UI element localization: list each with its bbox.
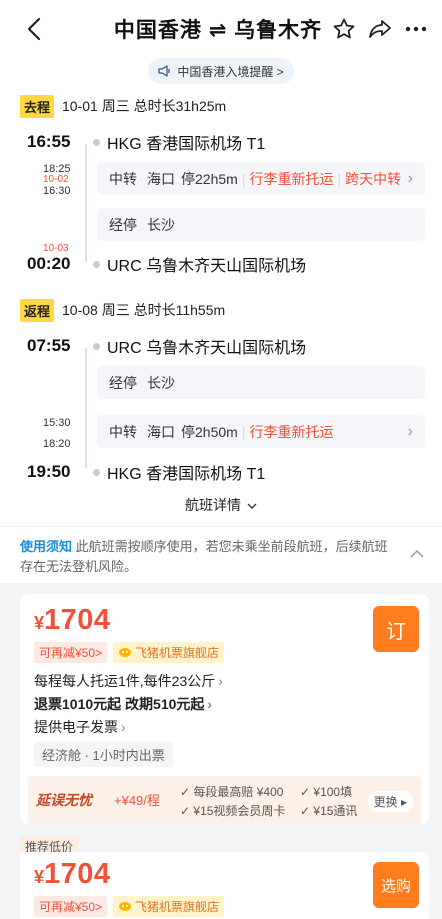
usage-notice: 使用须知 此航班需按顺序使用，若您未乘坐前段航班，后续航班存在无法登机风险。 [0,526,442,587]
chevron-down-icon [247,503,257,509]
discount-badge[interactable]: 可再减¥50> [34,642,108,663]
return-segment: 返程 10-08 周三 总时长11h55m 07:55 URC 乌鲁木齐天山国际… [0,298,442,488]
invoice-info[interactable]: 提供电子发票 › [34,716,126,738]
transfer-label: 中转 [109,423,137,440]
insurance-price: +¥49/程 [114,793,160,808]
arrival-airport: HKG 香港国际机场 T1 [107,466,266,483]
transfer-info[interactable]: 中转 海口 停22h5m | 行李重新托运 | 跨天中转 › [97,162,425,195]
arrival-row: 19:50 HKG 香港国际机场 T1 [27,460,265,484]
departure-time: 07:55 [27,336,71,355]
star-icon[interactable] [332,17,356,41]
page-title: 中国香港 ⇌ 乌鲁木齐 [113,19,323,42]
arrival-airport: URC 乌鲁木齐天山国际机场 [107,258,307,275]
offer-price: ¥1704 [34,604,111,636]
timeline-dot [93,468,100,476]
departure-airport: HKG 香港国际机场 T1 [107,136,266,153]
arrival-time: 19:50 [27,462,71,481]
transfer-arrival-time: 15:30 [43,417,71,429]
usage-title: 使用须知 [20,539,73,554]
stopover-label: 经停 [109,216,137,233]
timeline-dot [93,260,100,268]
flight-details-toggle[interactable]: 航班详情 [0,490,442,520]
transfer-departure-time: 18:20 [43,438,71,450]
stopover-city: 长沙 [147,374,175,391]
store-badge: 飞猪机票旗舰店 [113,896,225,917]
cabin-info: 经济舱 · 1小时内出票 [34,742,173,767]
baggage-policy[interactable]: 每程每人托运1件,每件23公斤 › [34,670,223,692]
share-icon[interactable] [368,17,392,41]
transfer-city: 海口 [147,423,175,440]
return-summary: 10-08 周三 总时长11h55m [62,302,226,318]
departure-row: 07:55 URC 乌鲁木齐天山国际机场 [27,334,306,358]
stopover-info: 经停 长沙 [97,208,425,241]
store-badge: 飞猪机票旗舰店 [113,642,225,663]
stopover-label: 经停 [109,374,137,391]
store-icon [119,648,132,657]
insurance-benefit: ✓ ¥15视频会员周卡 [180,804,286,818]
delay-insurance[interactable]: 延误无忧 +¥49/程 ✓ 每段最高赔 ¥400 ✓ ¥100填 ✓ ¥15视频… [28,776,421,824]
flight-details-label: 航班详情 [185,497,242,513]
timeline-dot [93,342,100,350]
offer-card: ¥1704 可再减¥50> 飞猪机票旗舰店 订 每程每人托运1件,每件23公斤 ›… [20,594,429,824]
outbound-tag: 去程 [20,94,55,118]
usage-text: 此航班需按顺序使用，若您未乘坐前段航班，后续航班存在无法登机风险。 [20,539,388,574]
chevron-up-icon[interactable] [410,549,424,558]
transfer-label: 中转 [109,170,137,187]
entry-notice[interactable]: 中国香港入境提醒 > [148,58,294,84]
notice-text: 中国香港入境提醒 > [177,64,284,79]
transfer-info[interactable]: 中转 海口 停2h50m | 行李重新托运 › [97,415,425,448]
stopover-city: 长沙 [147,216,175,233]
stopover-info: 经停 长沙 [97,366,425,399]
header-actions [332,17,428,41]
insurance-benefit: ✓ ¥100填 [300,785,353,799]
top-bar: 中国香港 ⇌ 乌鲁木齐 [0,0,442,58]
megaphone-icon [158,65,170,77]
timeline [85,144,87,262]
transfer-stay: 停22h5m [181,170,238,187]
outbound-segment: 去程 10-01 周三 总时长31h25m 16:55 HKG 香港国际机场 T… [0,94,442,284]
insurance-benefit: ✓ 每段最高赔 ¥400 [180,785,284,799]
insurance-title: 延误无忧 [36,792,92,808]
back-icon[interactable] [22,16,48,42]
discount-badge[interactable]: 可再减¥50> [34,896,108,917]
insurance-benefit: ✓ ¥15通讯 [300,804,358,818]
return-tag: 返程 [20,298,55,322]
departure-airport: URC 乌鲁木齐天山国际机场 [107,340,307,357]
arrival-time: 00:20 [27,254,71,273]
timeline [85,348,87,468]
more-icon[interactable] [404,17,428,41]
transfer-departure-time: 16:30 [43,185,71,197]
baggage-recheck: 行李重新托运 [249,423,334,440]
transfer-stay: 停2h50m [181,423,238,440]
timeline-dot [93,138,100,146]
overnight-transfer: 跨天中转 [345,170,402,187]
chevron-right-icon: › [407,169,413,187]
departure-time: 16:55 [27,132,71,151]
baggage-recheck: 行李重新托运 [249,170,334,187]
book-button[interactable]: 订 [373,606,419,652]
select-button[interactable]: 选购 [373,862,419,908]
transfer-city: 海口 [147,170,175,187]
arrival-row: 00:20 URC 乌鲁木齐天山国际机场 [27,252,306,276]
departure-row: 16:55 HKG 香港国际机场 T1 [27,130,265,154]
offer-card: ¥1704 可再减¥50> 飞猪机票旗舰店 选购 [20,852,429,919]
offer-price: ¥1704 [34,858,111,890]
chevron-right-icon: › [407,422,413,440]
change-insurance-button[interactable]: 更换 ▸ [367,791,413,812]
refund-policy[interactable]: 退票1010元起 改期510元起 › [34,693,212,715]
outbound-summary: 10-01 周三 总时长31h25m [62,98,227,114]
store-icon [119,902,132,911]
